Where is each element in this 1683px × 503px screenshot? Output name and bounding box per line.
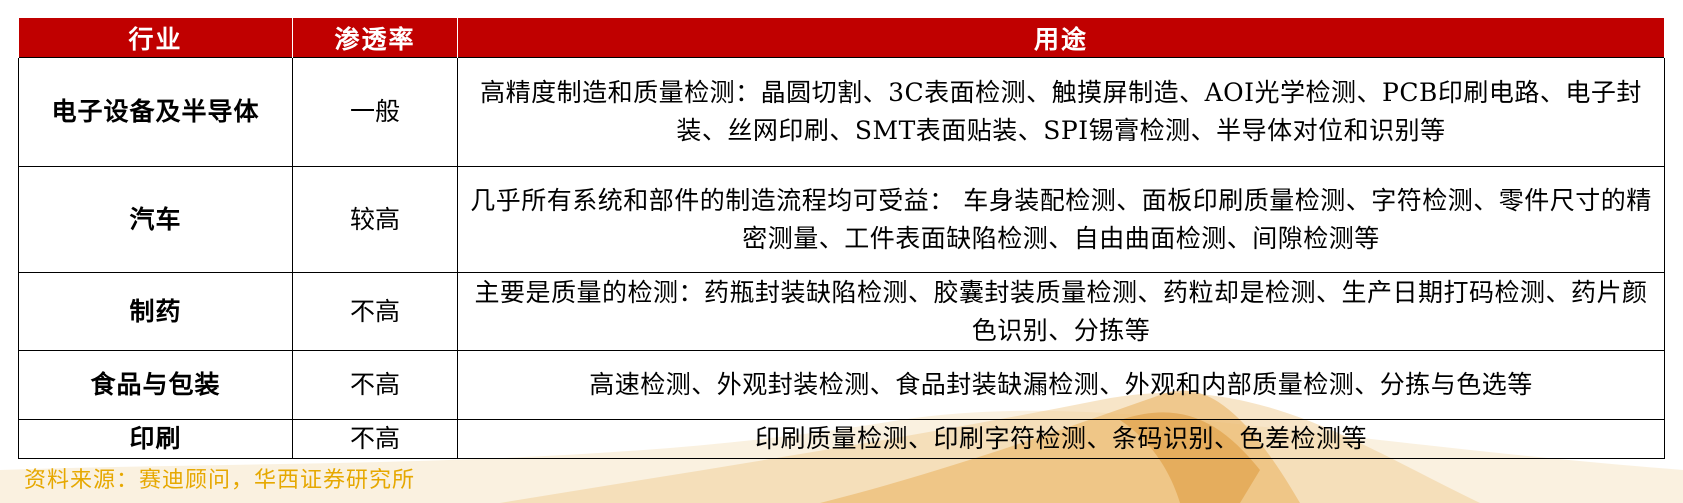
usage-cell: 高速检测、外观封装检测、食品封装缺漏检测、外观和内部质量检测、分拣与色选等 xyxy=(457,350,1665,420)
industry-cell: 汽车 xyxy=(18,166,293,273)
penetration-cell: 一般 xyxy=(292,57,458,167)
source-note: 资料来源：赛迪顾问，华西证券研究所 xyxy=(24,468,416,493)
table-row: 电子设备及半导体 一般 高精度制造和质量检测：晶圆切割、3C表面检测、触摸屏制造… xyxy=(18,57,1665,167)
table-row: 制药 不高 主要是质量的检测：药瓶封装缺陷检测、胶囊封装质量检测、药粒却是检测、… xyxy=(18,272,1665,351)
penetration-cell: 较高 xyxy=(292,166,458,273)
usage-cell: 主要是质量的检测：药瓶封装缺陷检测、胶囊封装质量检测、药粒却是检测、生产日期打码… xyxy=(457,272,1665,351)
table-row: 汽车 较高 几乎所有系统和部件的制造流程均可受益： 车身装配检测、面板印刷质量检… xyxy=(18,166,1665,273)
usage-cell: 高精度制造和质量检测：晶圆切割、3C表面检测、触摸屏制造、AOI光学检测、PCB… xyxy=(457,57,1665,167)
industry-cell: 电子设备及半导体 xyxy=(18,57,293,167)
table-header-row: 行业 渗透率 用途 xyxy=(18,18,1665,58)
table-row: 食品与包装 不高 高速检测、外观封装检测、食品封装缺漏检测、外观和内部质量检测、… xyxy=(18,350,1665,420)
industry-table: 行业 渗透率 用途 电子设备及半导体 一般 高精度制造和质量检测：晶圆切割、3C… xyxy=(18,18,1665,459)
industry-cell: 制药 xyxy=(18,272,293,351)
industry-cell: 印刷 xyxy=(18,419,293,459)
header-industry: 行业 xyxy=(18,18,293,58)
penetration-cell: 不高 xyxy=(292,350,458,420)
usage-cell: 几乎所有系统和部件的制造流程均可受益： 车身装配检测、面板印刷质量检测、字符检测… xyxy=(457,166,1665,273)
header-usage: 用途 xyxy=(457,18,1665,58)
industry-cell: 食品与包装 xyxy=(18,350,293,420)
penetration-cell: 不高 xyxy=(292,419,458,459)
usage-cell: 印刷质量检测、印刷字符检测、条码识别、色差检测等 xyxy=(457,419,1665,459)
table-row: 印刷 不高 印刷质量检测、印刷字符检测、条码识别、色差检测等 xyxy=(18,419,1665,459)
header-penetration: 渗透率 xyxy=(292,18,458,58)
penetration-cell: 不高 xyxy=(292,272,458,351)
